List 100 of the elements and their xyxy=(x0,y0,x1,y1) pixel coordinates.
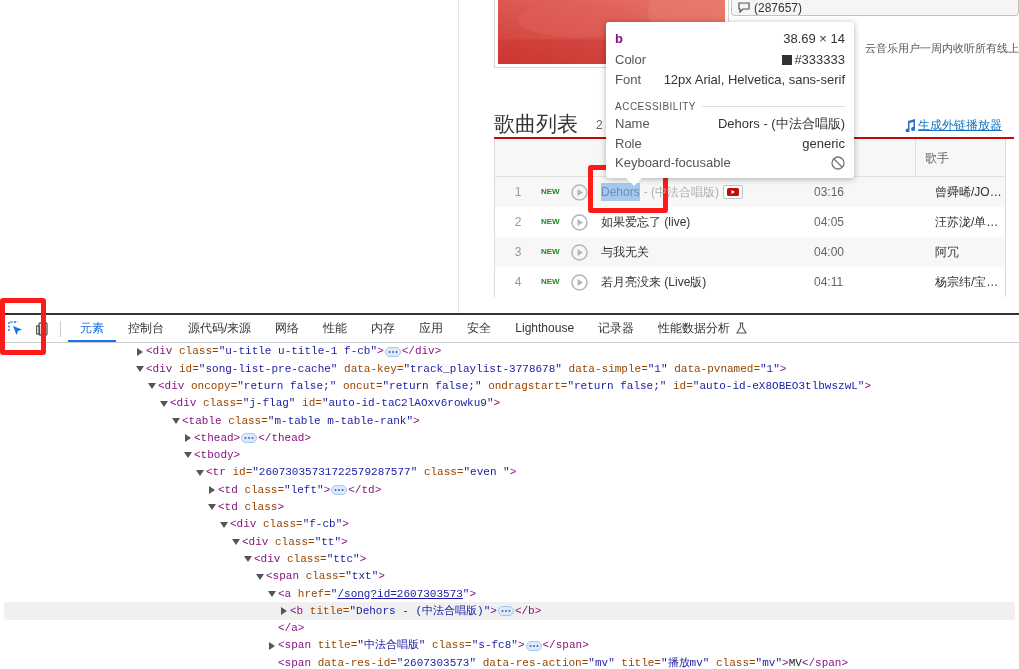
closing-tag: </thead> xyxy=(258,429,312,447)
devtools-tab[interactable]: Lighthouse xyxy=(503,315,587,342)
song-title[interactable]: 若月亮没来 (Live版) xyxy=(601,273,707,291)
comment-button[interactable]: (287657) xyxy=(731,0,1019,16)
collapse-triangle-icon[interactable] xyxy=(148,382,156,391)
element-tag-line: <table class="m-table m-table-rank"> xyxy=(182,413,420,429)
collapse-triangle-icon[interactable] xyxy=(232,537,240,546)
collapse-triangle-icon[interactable] xyxy=(256,572,264,581)
column-header: 歌手 xyxy=(925,149,949,167)
ellipsis-badge-icon[interactable] xyxy=(331,485,348,495)
property-value: 12px Arial, Helvetica, sans-serif xyxy=(663,71,845,90)
closing-tag: </td> xyxy=(348,481,382,499)
element-tag-line: <span data-res-id="2607303573" data-res-action="mv" title="播放mv" class="mv">MV</span> xyxy=(278,655,849,669)
devtools-tab[interactable]: 源代码/来源 xyxy=(176,315,264,342)
row-number: 4 xyxy=(513,274,523,291)
player-link[interactable]: 生成外链播放器 xyxy=(918,116,1002,134)
element-tag-line: <tbody> xyxy=(194,448,241,464)
song-artist[interactable]: 阿冗 xyxy=(925,243,1005,261)
description-text: 云音乐用户一周内收听所有线上 xyxy=(865,41,1019,56)
collapse-triangle-icon[interactable] xyxy=(220,520,228,529)
device-toolbar-icon[interactable] xyxy=(36,321,50,336)
devtools-tab[interactable]: 记录器 xyxy=(586,315,647,342)
song-duration: 04:00 xyxy=(814,244,846,261)
collapse-triangle-icon[interactable] xyxy=(184,451,192,460)
collapse-triangle-icon[interactable] xyxy=(268,589,276,598)
collapse-triangle-icon[interactable] xyxy=(196,468,204,477)
song-duration: 04:05 xyxy=(814,214,846,231)
element-tag-line: <span title="中法合唱版" class="s-fc8"> xyxy=(278,638,525,654)
song-artist[interactable]: 汪苏泷/单… xyxy=(925,213,1005,231)
element-size: 38.69 × 14 xyxy=(783,30,845,49)
element-tag-line: <tr id="26073035731722579287577" class="even "> xyxy=(206,465,517,481)
element-tag-line: <div class="u-title u-title-1 f-cb"> xyxy=(146,344,384,360)
element-tag: b xyxy=(615,29,623,49)
property-label: Role xyxy=(615,134,642,153)
music-note-icon xyxy=(904,118,916,132)
new-label: NEW xyxy=(541,246,560,258)
devtools-tab[interactable]: 应用 xyxy=(407,315,456,342)
new-label: NEW xyxy=(541,216,560,228)
song-artist[interactable]: 杨宗纬/宝… xyxy=(925,273,1005,291)
element-tag-line: <div class="ttc"> xyxy=(254,551,367,567)
new-label: NEW xyxy=(541,276,560,288)
element-tag-line: <div oncopy="return false;" oncut="return false;" ondragstart="return false;" id="auto-id-eX8OBEO3tlbwszwL"> xyxy=(158,379,872,394)
ellipsis-badge-icon[interactable] xyxy=(241,433,258,444)
element-tag-line: <div class="tt"> xyxy=(242,534,348,550)
property-label: Name xyxy=(615,115,650,133)
expand-triangle-icon[interactable] xyxy=(136,347,144,356)
closing-tag: </b> xyxy=(514,602,542,620)
element-tag-line: <b title="Dehors - (中法合唱版)"> xyxy=(290,603,497,619)
element-tag-line: <div class="f-cb"> xyxy=(230,517,349,533)
devtools-tab[interactable]: 控制台 xyxy=(116,315,176,342)
inspect-icon[interactable] xyxy=(8,321,23,336)
song-title[interactable]: 与我无关 xyxy=(601,243,649,261)
highlight-frame xyxy=(0,298,46,355)
property-value: Dehors - (中法合唱版) xyxy=(717,115,845,133)
section-title: 歌曲列表 xyxy=(494,113,578,134)
devtools-tab[interactable]: 元素 xyxy=(68,315,116,342)
tag-end: "> xyxy=(462,586,477,602)
devtools-tab[interactable]: 安全 xyxy=(455,315,504,342)
song-artist[interactable]: 曾舜晞/JO… xyxy=(925,183,1005,201)
element-tag-line: <td class="left"> xyxy=(218,482,331,498)
ellipsis-badge-icon[interactable] xyxy=(497,606,514,617)
expand-triangle-icon[interactable] xyxy=(184,434,192,443)
ellipsis-badge-icon[interactable] xyxy=(384,346,401,357)
devtools-tab[interactable]: 性能数据分析 xyxy=(646,315,760,342)
expand-triangle-icon[interactable] xyxy=(208,486,216,494)
element-tag-line: <a href=" xyxy=(278,586,338,602)
collapse-triangle-icon[interactable] xyxy=(208,503,216,512)
devtools-tab[interactable]: 内存 xyxy=(359,315,408,342)
ellipsis-badge-icon[interactable] xyxy=(525,640,542,651)
song-duration: 04:11 xyxy=(814,274,845,291)
closing-tag: </a> xyxy=(278,620,305,637)
devtools-tab[interactable]: 网络 xyxy=(263,315,312,342)
element-tag-line: <div class="j-flag" id="auto-id-taC2lAOxv6rowku9"> xyxy=(170,396,501,412)
property-value: generic xyxy=(802,134,845,153)
video-icon[interactable] xyxy=(723,185,743,199)
collapse-triangle-icon[interactable] xyxy=(136,364,144,373)
collapse-triangle-icon[interactable] xyxy=(160,399,168,408)
element-tag-line: <div id="song-list-pre-cache" data-key="track_playlist-3778678" data-simple="1" data-pvnamed="1"> xyxy=(146,361,787,377)
section-heading: ACCESSIBILITY xyxy=(615,99,696,114)
row-number: 3 xyxy=(513,244,523,261)
href-link[interactable]: /song?id=2607303573 xyxy=(337,585,463,603)
song-title[interactable]: 如果爱忘了 (live) xyxy=(601,213,691,231)
row-number: 2 xyxy=(513,214,523,231)
devtools-tab[interactable]: 性能 xyxy=(311,315,360,342)
row-number: 1 xyxy=(513,184,523,201)
new-label: NEW xyxy=(541,186,560,198)
closing-tag: </span> xyxy=(542,637,589,654)
song-duration: 03:16 xyxy=(814,184,846,201)
collapse-triangle-icon[interactable] xyxy=(244,555,252,564)
property-label: Keyboard-focusable xyxy=(615,154,731,172)
element-tag-line: <span class="txt"> xyxy=(266,569,385,585)
element-tag-line: <thead> xyxy=(194,430,241,446)
expand-triangle-icon[interactable] xyxy=(268,641,276,650)
collapse-triangle-icon[interactable] xyxy=(172,416,180,425)
property-label: Color xyxy=(615,51,647,70)
closing-tag: </div> xyxy=(401,343,442,360)
song-count: 2 xyxy=(596,117,603,134)
comment-icon xyxy=(738,2,750,13)
property-label: Font xyxy=(615,71,641,90)
expand-triangle-icon[interactable] xyxy=(280,607,288,616)
